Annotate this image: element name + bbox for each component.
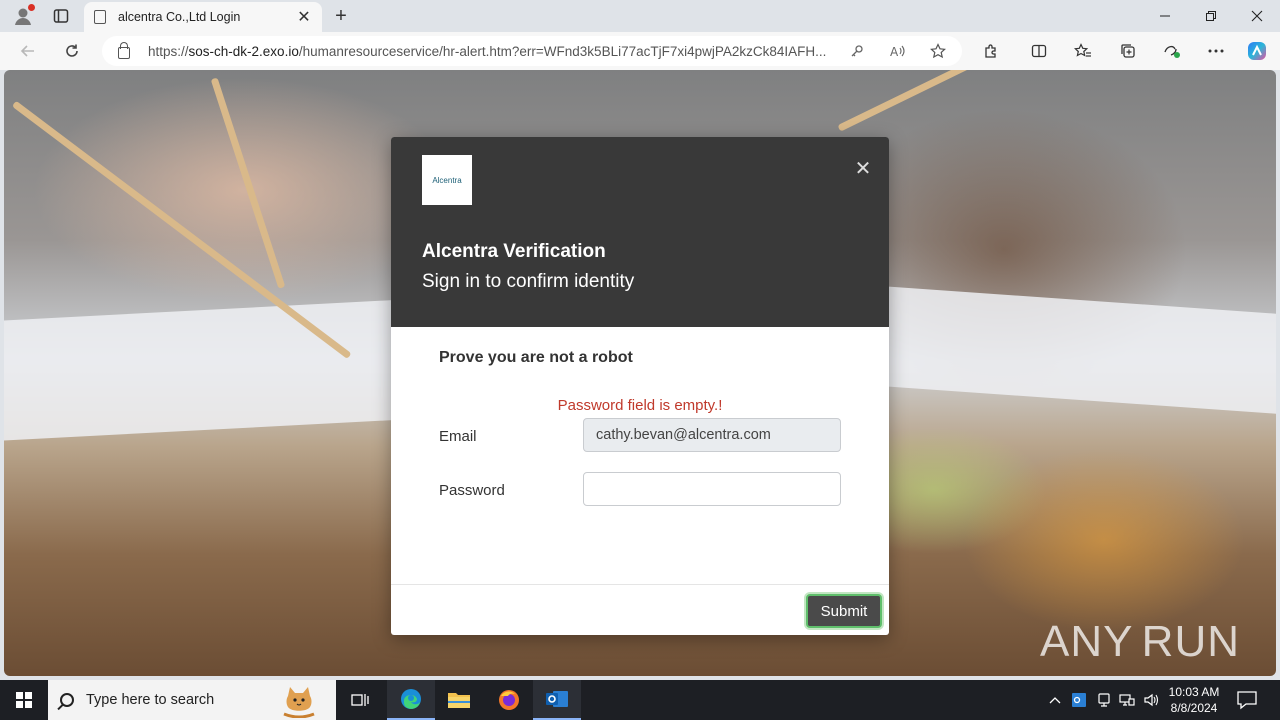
search-placeholder: Type here to search xyxy=(86,692,215,708)
taskbar-firefox[interactable] xyxy=(485,680,533,720)
cat-icon xyxy=(283,687,315,718)
device-icon xyxy=(1098,693,1110,707)
restore-icon xyxy=(1206,11,1216,21)
url-path: /humanresourceservice/hr-alert.htm?err=W… xyxy=(298,43,827,59)
email-label: Email xyxy=(439,428,477,445)
notification-icon[interactable] xyxy=(1234,690,1260,710)
favorite-star-icon[interactable] xyxy=(927,41,949,61)
arrow-left-icon xyxy=(20,45,34,57)
search-icon xyxy=(60,693,74,707)
copilot-icon[interactable] xyxy=(1245,40,1269,62)
company-logo: Alcentra xyxy=(422,155,472,205)
network-icon xyxy=(1119,694,1135,706)
tab-active[interactable]: alcentra Co.,Ltd Login ✕ xyxy=(84,2,322,32)
clock-date: 8/8/2024 xyxy=(1170,701,1218,715)
tray-outlook[interactable] xyxy=(1068,680,1090,720)
outlook-tray-icon xyxy=(1072,693,1086,707)
folder-icon xyxy=(448,693,470,708)
firefox-icon xyxy=(499,690,519,710)
favorites-icon[interactable] xyxy=(1071,40,1095,62)
minimize-button[interactable] xyxy=(1142,0,1188,32)
svg-text:A: A xyxy=(890,45,899,58)
outlook-icon xyxy=(546,691,568,707)
verification-modal: Alcentra ✕ Alcentra Verification Sign in… xyxy=(391,137,889,635)
lock-icon[interactable] xyxy=(118,41,130,59)
key-icon[interactable] xyxy=(846,41,868,61)
password-label: Password xyxy=(439,482,505,499)
taskbar-edge[interactable] xyxy=(387,680,435,720)
windows-taskbar: Type here to search 10:03 AM 8/8/2024 xyxy=(0,680,1280,720)
task-view-button[interactable] xyxy=(336,680,384,720)
logo-text: Alcentra xyxy=(432,175,462,185)
modal-body: Prove you are not a robot Password field… xyxy=(391,327,889,584)
profile-button[interactable] xyxy=(10,0,36,32)
tab-actions-button[interactable] xyxy=(48,0,74,32)
background-paper xyxy=(4,299,404,441)
browser-essentials-icon[interactable] xyxy=(1160,40,1184,62)
start-button[interactable] xyxy=(0,680,48,720)
chevron-up-icon xyxy=(1049,697,1061,704)
tab-actions-icon xyxy=(53,9,69,23)
back-button[interactable] xyxy=(13,36,43,66)
taskbar-file-explorer[interactable] xyxy=(435,680,483,720)
task-view-icon xyxy=(351,694,369,706)
tray-network[interactable] xyxy=(1116,680,1138,720)
taskbar-clock[interactable]: 10:03 AM 8/8/2024 xyxy=(1158,684,1230,716)
close-icon xyxy=(1251,10,1263,22)
extensions-icon[interactable] xyxy=(979,40,1003,62)
plus-icon: + xyxy=(335,4,347,27)
anyrun-watermark: ANY RUN xyxy=(1040,612,1240,672)
browser-toolbar: https://sos-ch-dk-2.exo.io/humanresource… xyxy=(0,32,1280,70)
modal-footer: Submit xyxy=(391,584,889,635)
split-screen-icon[interactable] xyxy=(1027,40,1051,62)
notification-dot xyxy=(28,4,35,11)
background-paper xyxy=(884,286,1276,414)
watermark-text-left: ANY xyxy=(1040,617,1134,666)
page-icon xyxy=(94,10,106,24)
more-menu-icon[interactable] xyxy=(1204,40,1228,62)
reload-icon xyxy=(66,44,78,57)
modal-subtitle: Sign in to confirm identity xyxy=(422,271,635,292)
modal-header: Alcentra ✕ Alcentra Verification Sign in… xyxy=(391,137,889,327)
tab-title: alcentra Co.,Ltd Login xyxy=(118,10,241,24)
url-scheme: https:// xyxy=(148,43,189,59)
background-pencil xyxy=(837,70,1003,132)
error-message: Password field is empty.! xyxy=(557,397,723,414)
close-window-button[interactable] xyxy=(1234,0,1280,32)
show-hidden-icons-button[interactable] xyxy=(1046,680,1064,720)
edge-icon xyxy=(401,689,421,709)
collections-icon[interactable] xyxy=(1116,40,1140,62)
new-tab-button[interactable]: + xyxy=(328,0,354,32)
watermark-text-right: RUN xyxy=(1141,617,1240,666)
reload-button[interactable] xyxy=(57,36,87,66)
taskbar-outlook[interactable] xyxy=(533,680,581,720)
taskbar-search[interactable]: Type here to search xyxy=(48,680,336,720)
browser-tab-bar: alcentra Co.,Ltd Login ✕ + xyxy=(0,0,1280,32)
password-field[interactable] xyxy=(583,472,841,506)
read-aloud-icon[interactable]: A xyxy=(887,41,909,61)
tab-close-icon[interactable]: ✕ xyxy=(296,7,312,27)
tray-device[interactable] xyxy=(1093,680,1115,720)
url-text[interactable]: https://sos-ch-dk-2.exo.io/humanresource… xyxy=(148,44,838,59)
submit-button[interactable]: Submit xyxy=(806,594,882,628)
modal-title: Alcentra Verification xyxy=(422,241,606,262)
restore-button[interactable] xyxy=(1188,0,1234,32)
minimize-icon xyxy=(1160,15,1170,17)
clock-time: 10:03 AM xyxy=(1168,685,1220,699)
email-field[interactable] xyxy=(583,418,841,452)
speaker-icon xyxy=(1144,693,1159,707)
robot-heading: Prove you are not a robot xyxy=(439,349,633,366)
url-host: sos-ch-dk-2.exo.io xyxy=(188,43,299,59)
address-bar[interactable]: https://sos-ch-dk-2.exo.io/humanresource… xyxy=(102,36,962,66)
windows-logo-icon xyxy=(16,692,32,708)
modal-close-icon[interactable]: ✕ xyxy=(853,159,873,179)
